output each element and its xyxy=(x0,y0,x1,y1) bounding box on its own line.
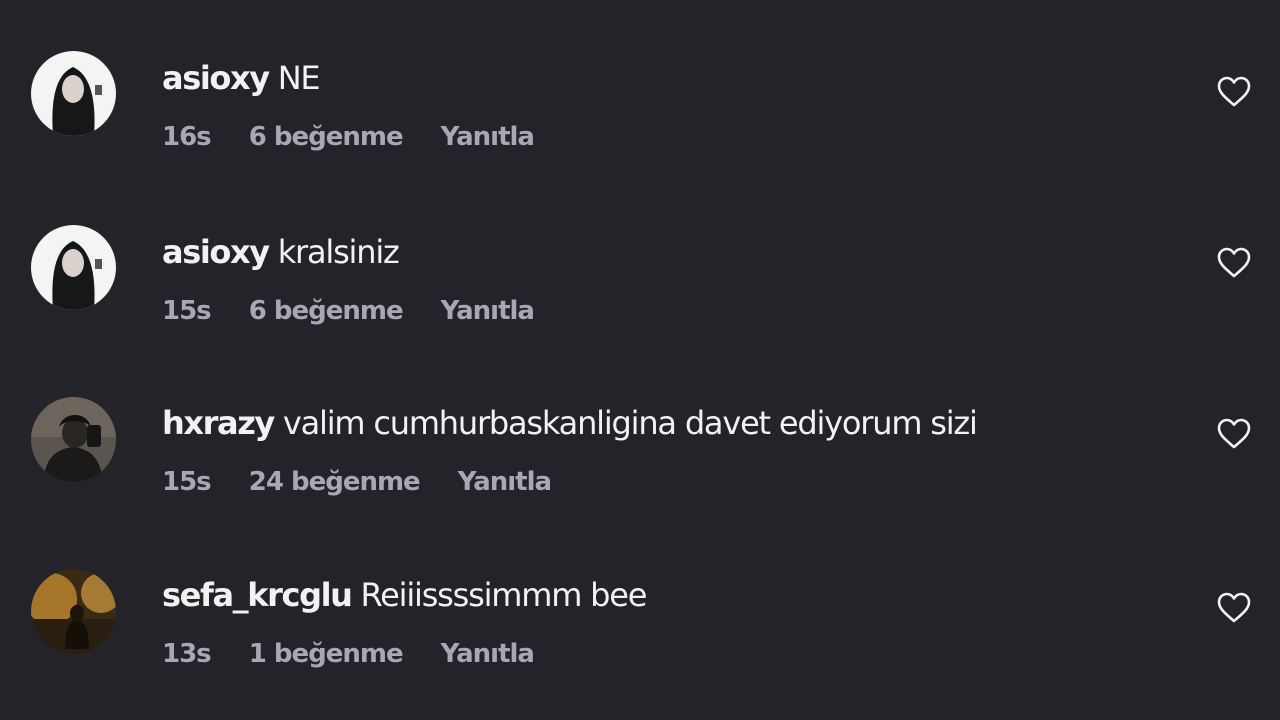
heart-outline-icon xyxy=(1217,418,1251,449)
avatar[interactable] xyxy=(31,51,116,136)
comment-text: Reiiissssimmm bee xyxy=(360,576,648,614)
heart-outline-icon xyxy=(1217,592,1251,623)
like-button[interactable] xyxy=(1216,246,1252,280)
comment-text-line: asioxy NE xyxy=(162,58,321,98)
avatar[interactable] xyxy=(31,225,116,310)
heart-outline-icon xyxy=(1217,76,1251,107)
comment-text-line: asioxy kralsiniz xyxy=(162,232,400,272)
comment-meta: 16s 6 beğenme Yanıtla xyxy=(162,120,535,154)
avatar[interactable] xyxy=(31,569,116,654)
comment-like-count[interactable]: 24 beğenme xyxy=(249,465,421,499)
like-button[interactable] xyxy=(1216,591,1252,625)
comment-text-line: hxrazy valim cumhurbaskanligina davet ed… xyxy=(162,403,978,443)
comment-like-count[interactable]: 6 beğenme xyxy=(249,120,404,154)
comment-text: kralsiniz xyxy=(277,233,400,271)
comment-timestamp: 15s xyxy=(162,296,212,326)
comment-username[interactable]: sefa_krcglu xyxy=(162,576,353,614)
comment-text: valim cumhurbaskanligina davet ediyorum … xyxy=(282,404,978,442)
comment-text: NE xyxy=(277,59,321,97)
comment-list: asioxy NE 16s 6 beğenme Yanıtla asioxy k… xyxy=(0,0,1280,720)
comment-timestamp: 13s xyxy=(162,639,212,669)
comment-item: asioxy kralsiniz 15s 6 beğenme Yanıtla xyxy=(0,225,1280,352)
comment-text-line: sefa_krcglu Reiiissssimmm bee xyxy=(162,575,648,615)
comment-timestamp: 16s xyxy=(162,122,212,152)
comment-username[interactable]: hxrazy xyxy=(162,404,275,442)
reply-button[interactable]: Yanıtla xyxy=(441,294,535,328)
comment-meta: 15s 24 beğenme Yanıtla xyxy=(162,465,552,499)
comment-meta: 13s 1 beğenme Yanıtla xyxy=(162,637,535,671)
comment-username[interactable]: asioxy xyxy=(162,59,270,97)
comment-item: asioxy NE 16s 6 beğenme Yanıtla xyxy=(0,51,1280,178)
comment-meta: 15s 6 beğenme Yanıtla xyxy=(162,294,535,328)
reply-button[interactable]: Yanıtla xyxy=(441,637,535,671)
reply-button[interactable]: Yanıtla xyxy=(458,465,552,499)
comment-item: sefa_krcglu Reiiissssimmm bee 13s 1 beğe… xyxy=(0,569,1280,695)
comment-like-count[interactable]: 6 beğenme xyxy=(249,294,404,328)
comment-item: hxrazy valim cumhurbaskanligina davet ed… xyxy=(0,397,1280,523)
heart-outline-icon xyxy=(1217,247,1251,278)
reply-button[interactable]: Yanıtla xyxy=(441,120,535,154)
like-button[interactable] xyxy=(1216,75,1252,109)
like-button[interactable] xyxy=(1216,417,1252,451)
comment-username[interactable]: asioxy xyxy=(162,233,270,271)
comment-timestamp: 15s xyxy=(162,467,212,497)
comment-like-count[interactable]: 1 beğenme xyxy=(249,637,404,671)
avatar[interactable] xyxy=(31,397,116,482)
